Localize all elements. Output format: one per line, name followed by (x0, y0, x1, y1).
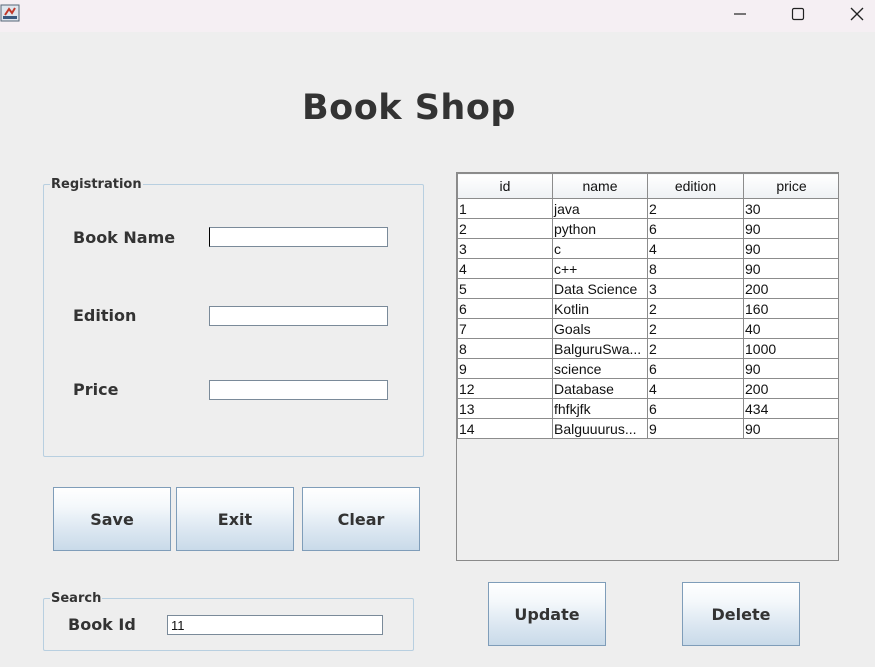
cell-edition: 6 (647, 398, 744, 419)
table-row[interactable]: 4 c++ 8 90 (457, 258, 838, 279)
book-id-field[interactable] (167, 615, 383, 635)
page-title: Book Shop (302, 88, 516, 128)
books-table[interactable]: id name edition price 1 java 2 30 2 python 6 9… (456, 172, 839, 561)
exit-button[interactable]: Exit (176, 487, 294, 551)
registration-legend: Registration (51, 177, 142, 192)
cell-name: fhfkjfk (552, 398, 648, 419)
cell-name: BalguruSwa... (552, 338, 648, 359)
cell-edition: 3 (647, 278, 744, 299)
cell-id: 9 (457, 358, 553, 379)
cell-edition: 2 (647, 198, 744, 219)
table-row[interactable]: 14 Balguuurus... 9 90 (457, 418, 838, 439)
table-row[interactable]: 8 BalguruSwa... 2 1000 (457, 338, 838, 359)
cell-name: Balguuurus... (552, 418, 648, 439)
cell-price: 90 (743, 258, 838, 279)
cell-name: java (552, 198, 648, 219)
book-name-label: Book Name (73, 228, 176, 247)
column-header-id[interactable]: id (457, 173, 553, 199)
cell-name: c (552, 238, 648, 259)
edition-label: Edition (73, 306, 137, 325)
save-button[interactable]: Save (53, 487, 171, 551)
cell-id: 7 (457, 318, 553, 339)
cell-price: 40 (743, 318, 838, 339)
edition-field[interactable] (209, 306, 388, 326)
column-header-edition[interactable]: edition (647, 173, 744, 199)
cell-edition: 6 (647, 218, 744, 239)
price-label: Price (73, 380, 119, 399)
window-titlebar (0, 0, 875, 32)
cell-edition: 2 (647, 298, 744, 319)
book-id-label: Book Id (68, 615, 136, 634)
delete-button[interactable]: Delete (682, 582, 800, 646)
cell-name: Kotlin (552, 298, 648, 319)
table-header-row: id name edition price (457, 173, 838, 199)
maximize-button[interactable] (775, 0, 821, 28)
cell-edition: 6 (647, 358, 744, 379)
update-button[interactable]: Update (488, 582, 606, 646)
cell-price: 90 (743, 418, 838, 439)
cell-id: 14 (457, 418, 553, 439)
column-header-name[interactable]: name (552, 173, 648, 199)
cell-price: 90 (743, 358, 838, 379)
column-header-price[interactable]: price (743, 173, 838, 199)
cell-price: 90 (743, 218, 838, 239)
price-field[interactable] (209, 380, 388, 400)
cell-id: 8 (457, 338, 553, 359)
search-legend: Search (51, 591, 102, 606)
table-row[interactable]: 1 java 2 30 (457, 198, 838, 219)
cell-id: 13 (457, 398, 553, 419)
cell-edition: 9 (647, 418, 744, 439)
cell-name: Goals (552, 318, 648, 339)
cell-id: 1 (457, 198, 553, 219)
cell-name: Data Science (552, 278, 648, 299)
cell-id: 2 (457, 218, 553, 239)
cell-price: 1000 (743, 338, 838, 359)
cell-price: 200 (743, 378, 838, 399)
table-row[interactable]: 12 Database 4 200 (457, 378, 838, 399)
close-button[interactable] (834, 0, 875, 28)
table-row[interactable]: 13 fhfkjfk 6 434 (457, 398, 838, 419)
table-row[interactable]: 3 c 4 90 (457, 238, 838, 259)
table-row[interactable]: 7 Goals 2 40 (457, 318, 838, 339)
table-row[interactable]: 6 Kotlin 2 160 (457, 298, 838, 319)
cell-name: c++ (552, 258, 648, 279)
table-row[interactable]: 9 science 6 90 (457, 358, 838, 379)
clear-button[interactable]: Clear (302, 487, 420, 551)
minimize-button[interactable] (717, 0, 763, 28)
cell-id: 5 (457, 278, 553, 299)
cell-name: python (552, 218, 648, 239)
cell-id: 12 (457, 378, 553, 399)
book-name-field[interactable] (209, 227, 388, 247)
java-coffee-cup-icon (0, 3, 20, 23)
books-grid: id name edition price 1 java 2 30 2 python 6 9… (457, 173, 838, 439)
cell-edition: 8 (647, 258, 744, 279)
cell-price: 90 (743, 238, 838, 259)
cell-edition: 2 (647, 318, 744, 339)
cell-edition: 4 (647, 238, 744, 259)
cell-price: 200 (743, 278, 838, 299)
minimize-icon (734, 13, 746, 15)
cell-id: 6 (457, 298, 553, 319)
cell-price: 434 (743, 398, 838, 419)
cell-price: 30 (743, 198, 838, 219)
close-icon (850, 7, 864, 21)
cell-id: 4 (457, 258, 553, 279)
table-row[interactable]: 5 Data Science 3 200 (457, 278, 838, 299)
maximize-icon (791, 7, 805, 21)
table-row[interactable]: 2 python 6 90 (457, 218, 838, 239)
cell-edition: 4 (647, 378, 744, 399)
cell-price: 160 (743, 298, 838, 319)
cell-edition: 2 (647, 338, 744, 359)
cell-name: science (552, 358, 648, 379)
cell-name: Database (552, 378, 648, 399)
cell-id: 3 (457, 238, 553, 259)
